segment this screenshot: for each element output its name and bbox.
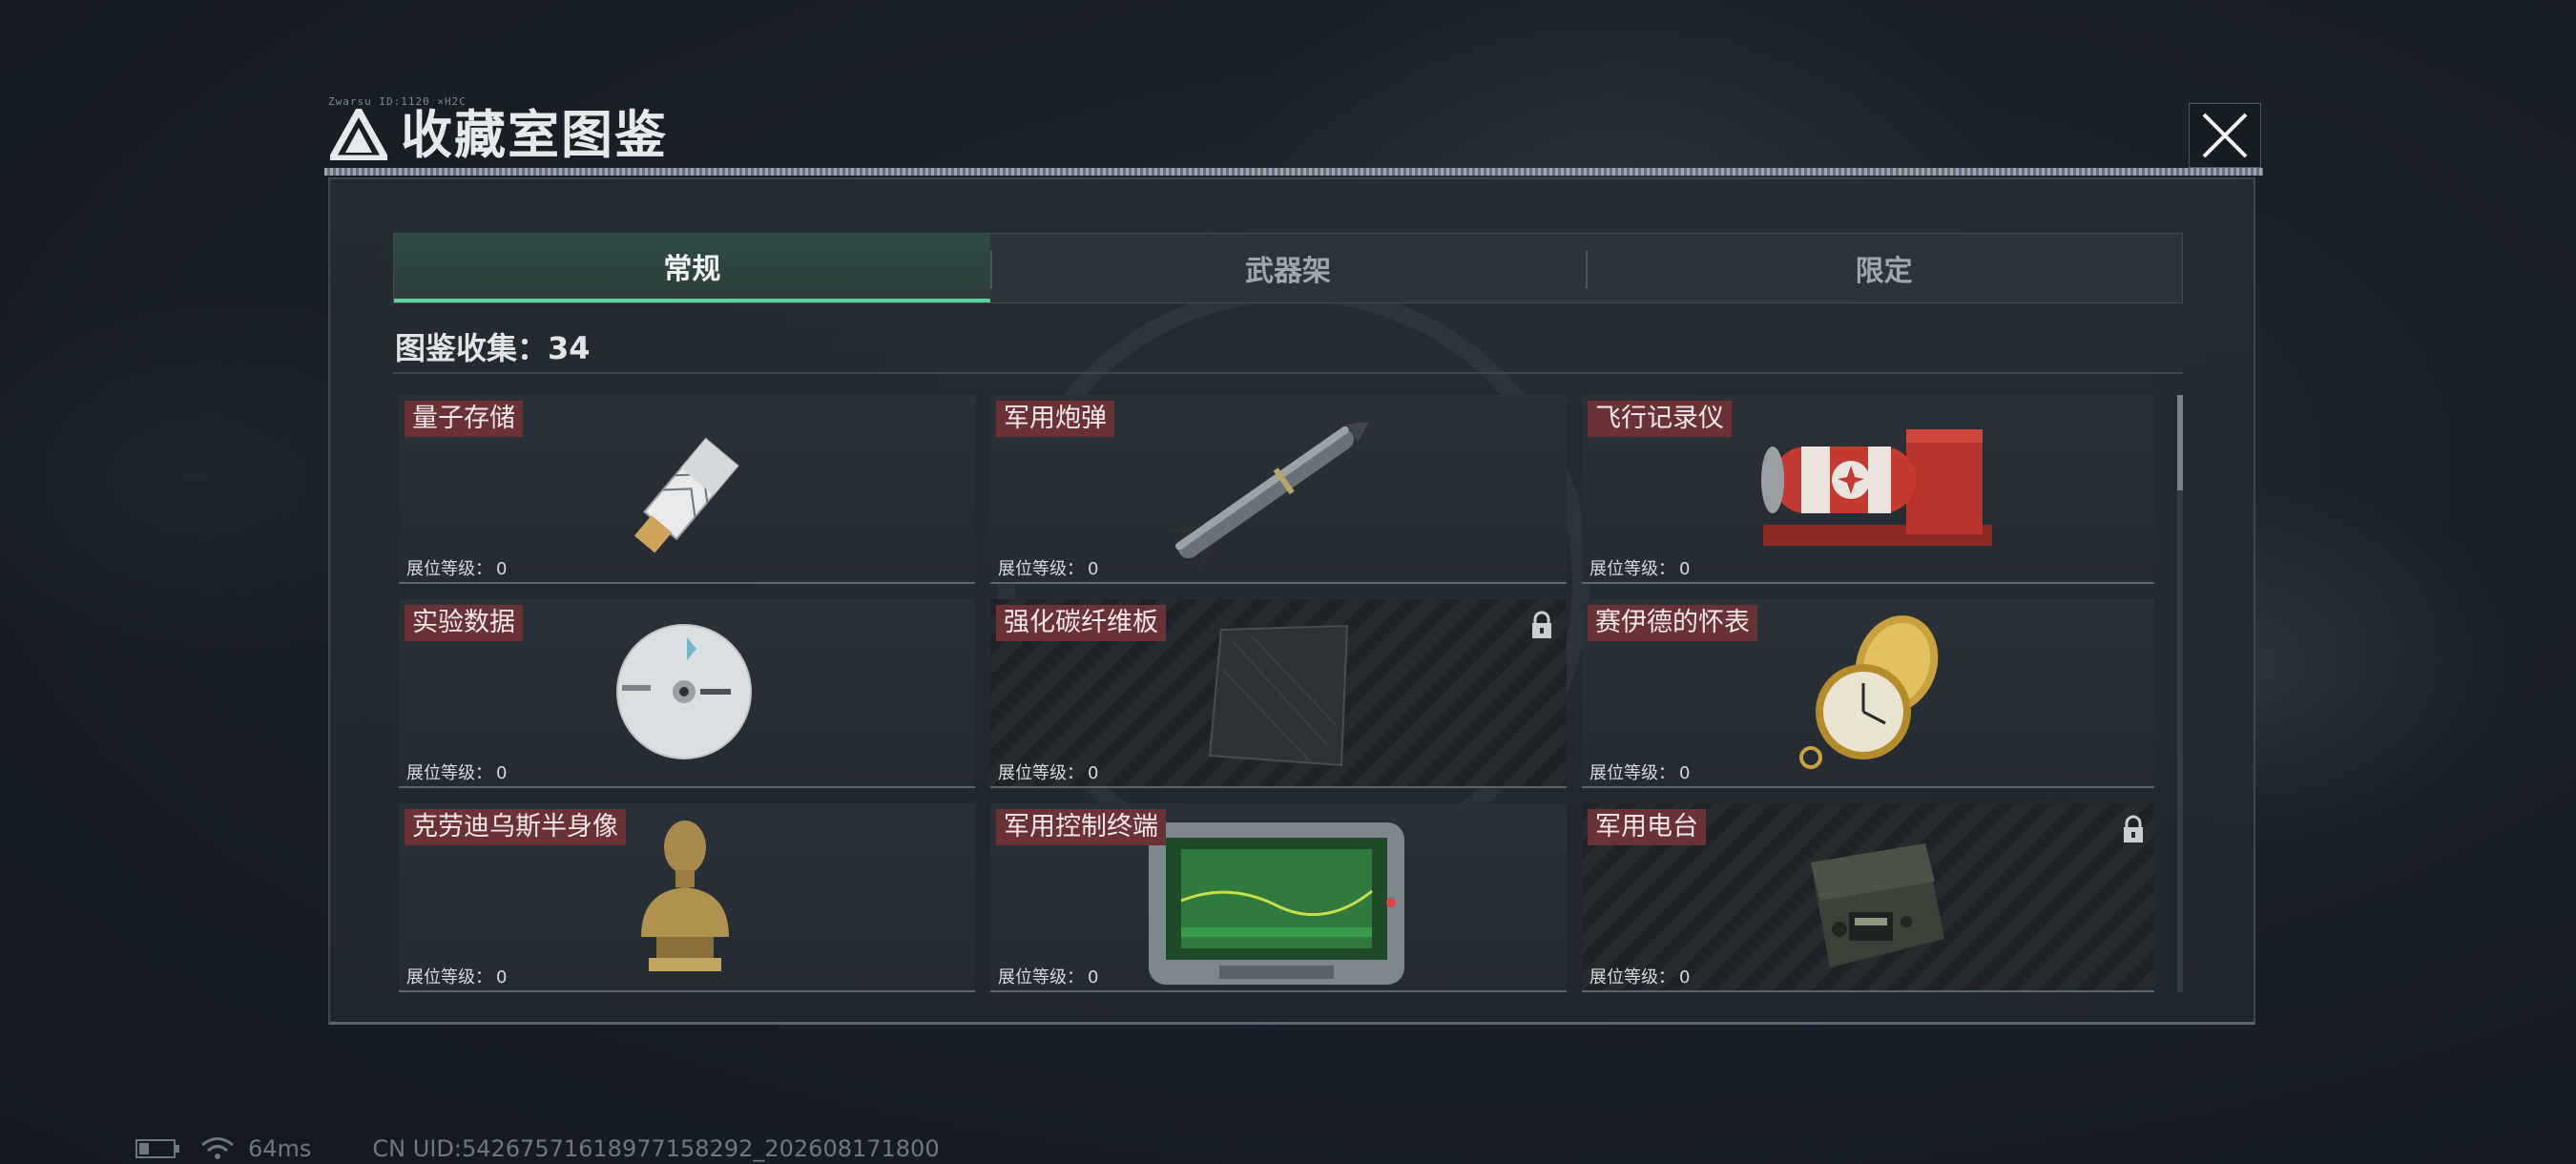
card-control-terminal[interactable]: 军用控制终端 展位等级： 0 [990, 803, 1567, 992]
tab-bar: 常规 武器架 限定 [393, 233, 2183, 303]
missile-icon [1162, 421, 1369, 578]
card-level: 展位等级： 0 [406, 559, 508, 579]
card-level: 展位等级： 0 [406, 967, 508, 987]
tab-general[interactable]: 常规 [394, 234, 990, 302]
close-x-icon [2202, 113, 2248, 158]
collection-panel: 常规 武器架 限定 图鉴收集：34 量子存储 展位等级： 0 军用炮弹 展位等级… [328, 177, 2255, 1025]
bust-statue-icon [641, 821, 729, 971]
pocket-watch-icon [1799, 615, 1939, 769]
tab-limited[interactable]: 限定 [1586, 234, 2182, 302]
card-carbon-plate[interactable]: 强化碳纤维板 展位等级： 0 [990, 599, 1567, 788]
card-title: 强化碳纤维板 [996, 605, 1166, 641]
ping-readout: 64ms [248, 1135, 312, 1162]
carbon-plate-icon [1208, 624, 1349, 767]
card-title: 飞行记录仪 [1588, 401, 1732, 437]
title-divider [324, 168, 2263, 176]
logo-icon [330, 109, 387, 160]
disc-icon [616, 624, 752, 759]
card-flight-recorder[interactable]: 飞行记录仪 展位等级： 0 [1582, 395, 2154, 584]
card-title: 克劳迪乌斯半身像 [405, 809, 626, 845]
card-experiment-data[interactable]: 实验数据 展位等级： 0 [399, 599, 975, 788]
item-grid: 量子存储 展位等级： 0 军用炮弹 展位等级： 0 飞行记录仪 展位等级： 0 … [399, 395, 2154, 992]
collection-count: 图鉴收集：34 [395, 330, 591, 366]
card-military-shell[interactable]: 军用炮弹 展位等级： 0 [990, 395, 1567, 584]
card-claudius-bust[interactable]: 克劳迪乌斯半身像 展位等级： 0 [399, 803, 975, 992]
divider [393, 372, 2183, 374]
control-terminal-icon [1149, 822, 1404, 985]
card-military-radio[interactable]: 军用电台 展位等级： 0 [1582, 803, 2154, 992]
card-title: 赛伊德的怀表 [1588, 605, 1757, 641]
wifi-icon [201, 1137, 234, 1159]
close-button[interactable] [2189, 103, 2261, 168]
card-title: 军用炮弹 [996, 401, 1114, 437]
card-pocket-watch[interactable]: 赛伊德的怀表 展位等级： 0 [1582, 599, 2154, 788]
card-title: 量子存储 [405, 401, 523, 437]
tab-weapon-rack[interactable]: 武器架 [989, 234, 1587, 302]
card-level: 展位等级： 0 [1589, 763, 1691, 783]
card-title: 实验数据 [405, 605, 523, 641]
card-level: 展位等级： 0 [1589, 967, 1691, 987]
card-quantum-storage[interactable]: 量子存储 展位等级： 0 [399, 395, 975, 584]
card-level: 展位等级： 0 [998, 763, 1099, 783]
card-level: 展位等级： 0 [998, 559, 1099, 579]
flight-recorder-icon [1761, 429, 1992, 546]
radio-icon [1811, 843, 1944, 967]
uid-readout: CN UID:5426757161897715829​2_20260817180… [372, 1135, 940, 1162]
card-level: 展位等级： 0 [406, 763, 508, 783]
title-bar: Zwarsu ID:1120 ×H2C 收藏室图鉴 [321, 95, 2263, 176]
lock-icon [1532, 611, 1551, 638]
scrollbar-thumb[interactable] [2177, 395, 2183, 490]
lock-icon [2124, 815, 2143, 842]
card-level: 展位等级： 0 [998, 967, 1099, 987]
card-title: 军用电台 [1588, 809, 1706, 845]
status-bar: 64ms CN UID:5426757161897715829​2_202608… [135, 1135, 940, 1162]
usb-drive-icon [634, 437, 739, 553]
scrollbar[interactable] [2177, 395, 2183, 992]
page-title: 收藏室图鉴 [401, 105, 668, 165]
battery-icon [135, 1139, 179, 1158]
card-level: 展位等级： 0 [1589, 559, 1691, 579]
card-title: 军用控制终端 [996, 809, 1166, 845]
